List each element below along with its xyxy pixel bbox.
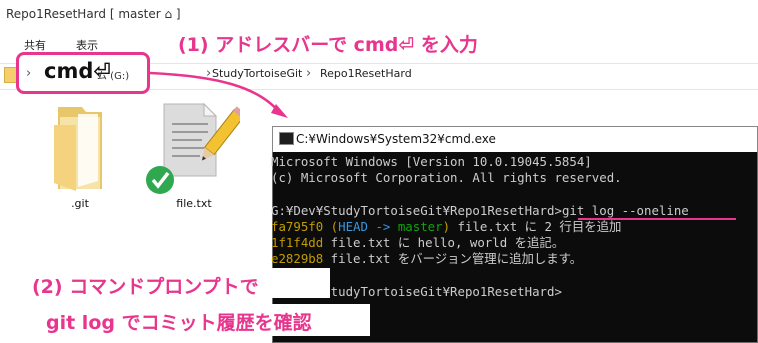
cmd-prompt: G:¥Dev¥StudyTortoiseGit¥Repo1ResetHard>	[271, 203, 562, 218]
branch-ref: master	[397, 219, 443, 234]
cmd-command: git log --oneline	[561, 203, 689, 218]
annotation-step2-line1: (2) コマンドプロンプトで	[32, 276, 259, 298]
cmd-prompt-line-1: G:¥Dev¥StudyTortoiseGit¥Repo1ResetHard>g…	[271, 203, 689, 218]
ref-paren-open: (	[323, 219, 339, 234]
log-line: fa795f0 (HEAD -> master) file.txt に 2 行目…	[271, 219, 621, 234]
commit-hash: e2829b8	[271, 251, 324, 266]
log-line: e2829b8 file.txt をバージョン管理に追加します。	[271, 251, 582, 266]
text-file-icon	[146, 102, 247, 194]
cmd-window-title: C:¥Windows¥System32¥cmd.exe	[296, 132, 496, 146]
commit-hash: 1f1f4dd	[271, 235, 324, 250]
commit-hash: fa795f0	[271, 219, 324, 234]
cmd-banner-line1: Microsoft Windows [Version 10.0.19045.58…	[271, 154, 592, 169]
item-git[interactable]	[50, 103, 110, 193]
log-line: 1f1f4dd file.txt に hello, world を追記。	[271, 235, 564, 250]
command-underline	[578, 218, 736, 220]
ref-paren-close: )	[442, 219, 451, 234]
head-ref: HEAD ->	[338, 219, 398, 234]
item-git-label: .git	[71, 197, 89, 210]
item-file-txt[interactable]	[140, 100, 247, 196]
commit-message: file.txt に 2 行目を追加	[450, 219, 622, 234]
commit-message: file.txt をバージョン管理に追加します。	[323, 251, 583, 266]
cmd-banner-line2: (c) Microsoft Corporation. All rights re…	[271, 170, 622, 185]
cmd-app-icon	[279, 132, 294, 145]
commit-message: file.txt に hello, world を追記。	[323, 235, 565, 250]
item-file-txt-label: file.txt	[176, 197, 212, 210]
folder-icon	[54, 107, 102, 191]
annotation-step2-line2: git log でコミット履歴を確認	[46, 312, 312, 334]
